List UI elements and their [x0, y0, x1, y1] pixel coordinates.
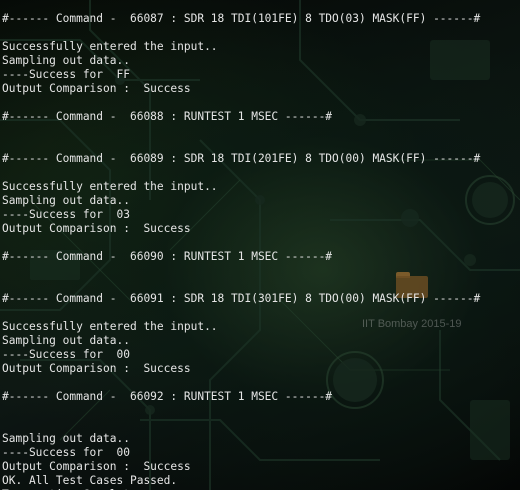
output-line: Sampling out data.. [2, 194, 130, 207]
output-line: #------ Command - 66090 : RUNTEST 1 MSEC… [2, 250, 333, 263]
output-line: #------ Command - 66087 : SDR 18 TDI(101… [2, 12, 481, 25]
output-line: Output Comparison : Success [2, 362, 191, 375]
output-line: ----Success for 00 [2, 348, 130, 361]
output-line: Sampling out data.. [2, 54, 130, 67]
output-line: Successfully entered the input.. [2, 40, 218, 53]
output-line: Successfully entered the input.. [2, 320, 218, 333]
terminal-output[interactable]: #------ Command - 66087 : SDR 18 TDI(101… [2, 12, 480, 490]
output-line: Output Comparison : Success [2, 222, 191, 235]
output-line: Sampling out data.. [2, 432, 130, 445]
output-line: Output Comparison : Success [2, 82, 191, 95]
output-line: #------ Command - 66089 : SDR 18 TDI(201… [2, 152, 481, 165]
output-line: #------ Command - 66092 : RUNTEST 1 MSEC… [2, 390, 333, 403]
output-line: #------ Command - 66091 : SDR 18 TDI(301… [2, 292, 481, 305]
output-line: ----Success for 03 [2, 208, 130, 221]
output-line: Successfully entered the input.. [2, 180, 218, 193]
output-line: #------ Command - 66088 : RUNTEST 1 MSEC… [2, 110, 333, 123]
output-line: Output Comparison : Success [2, 460, 191, 473]
terminal-window[interactable]: IIT Bombay 2015-19 #------ Command - 660… [0, 0, 520, 490]
output-line: OK. All Test Cases Passed. [2, 474, 178, 487]
output-line: Sampling out data.. [2, 334, 130, 347]
output-line: ----Success for 00 [2, 446, 130, 459]
output-line: ----Success for FF [2, 68, 130, 81]
